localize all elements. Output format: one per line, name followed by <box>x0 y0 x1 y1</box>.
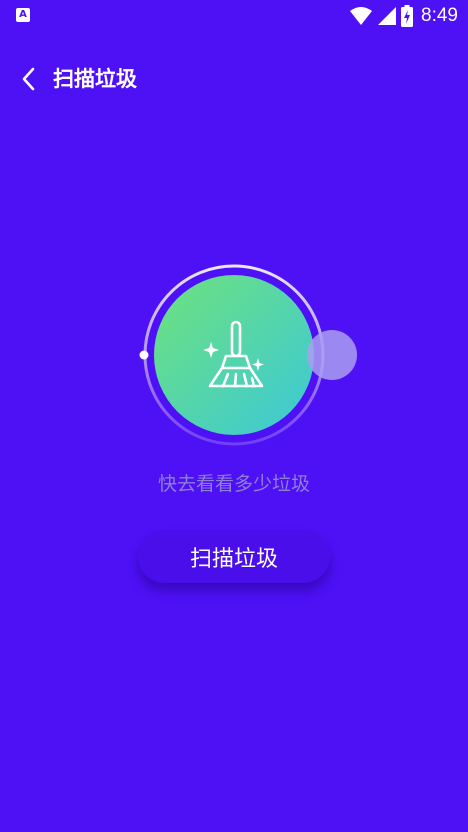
header-bar: 扫描垃圾 <box>0 56 468 102</box>
scan-circle <box>134 256 364 452</box>
scan-button[interactable]: 扫描垃圾 <box>138 530 330 583</box>
orbit-ball <box>307 330 357 380</box>
wifi-icon <box>350 7 373 25</box>
back-button[interactable] <box>12 62 44 96</box>
page-title: 扫描垃圾 <box>53 67 137 91</box>
accessibility-a-icon: A <box>16 8 30 22</box>
signal-icon <box>378 7 397 25</box>
progress-dot <box>139 350 149 360</box>
status-time: 8:49 <box>421 5 458 26</box>
scan-hint: 快去看看多少垃圾 <box>157 473 310 495</box>
status-icons: 8:49 <box>345 4 458 28</box>
back-arrow-icon <box>22 67 35 91</box>
scan-button-label: 扫描垃圾 <box>189 546 278 572</box>
battery-charging-icon <box>401 5 414 27</box>
status-bar: A 8:49 <box>0 0 468 32</box>
